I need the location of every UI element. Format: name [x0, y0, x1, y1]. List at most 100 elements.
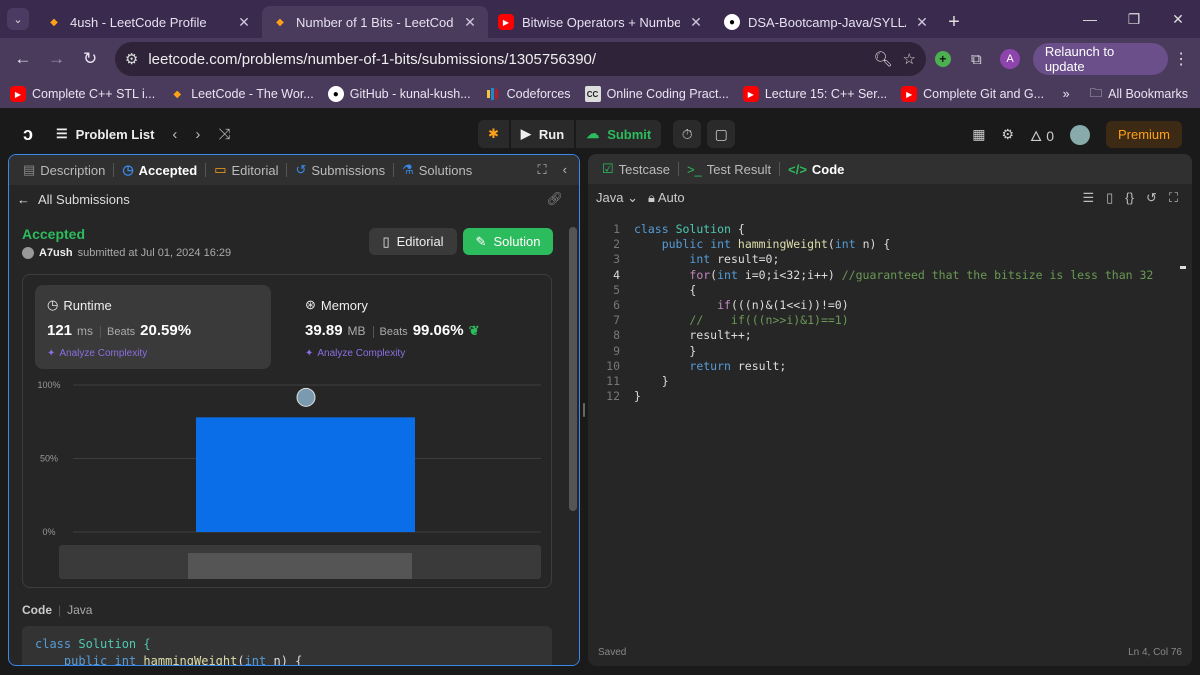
extension-button[interactable]: +: [926, 42, 960, 76]
editorial-button[interactable]: ▯ Editorial: [369, 228, 457, 255]
braces-icon[interactable]: {}: [1125, 190, 1134, 206]
code-line: {: [634, 282, 697, 297]
language-select[interactable]: Java ⌄: [596, 190, 638, 206]
fullscreen-icon[interactable]: ⛶: [1169, 190, 1178, 206]
run-button[interactable]: ▶ Run: [510, 120, 575, 148]
all-bookmarks-button[interactable]: 🗀 All Bookmarks: [1090, 84, 1188, 105]
codeforces-icon: [485, 87, 501, 101]
close-icon[interactable]: ✕: [236, 14, 252, 31]
bookmark-item[interactable]: CC Online Coding Pract...: [584, 86, 729, 102]
reload-icon[interactable]: ↻: [73, 42, 107, 76]
tab-label: Testcase: [618, 161, 670, 177]
code-line: public int hammingWeight(int n) {: [63, 654, 303, 666]
all-bookmarks-label: All Bookmarks: [1108, 87, 1188, 101]
tab-solutions[interactable]: ⚗ Solutions: [396, 162, 478, 178]
tab-testcase[interactable]: ☑ Testcase: [596, 161, 676, 177]
site-info-icon[interactable]: ⚙: [125, 50, 138, 68]
editor-scrollbar[interactable]: [1180, 218, 1186, 618]
submission-byline: A7ush submitted at Jul 01, 2024 16:29: [22, 247, 231, 259]
bookmark-item[interactable]: ▶ Complete Git and G...: [901, 86, 1044, 102]
forward-icon[interactable]: →: [40, 42, 74, 76]
menu-kebab-icon[interactable]: ⋮: [1168, 49, 1194, 69]
bookmark-item[interactable]: ◆ LeetCode - The Wor...: [169, 86, 313, 102]
browser-tab-github[interactable]: ● DSA-Bootcamp-Java/SYLLABUS ✕: [714, 6, 940, 38]
bookmark-item[interactable]: ● GitHub - kunal-kush...: [327, 86, 471, 102]
collapse-chevron-icon[interactable]: ‹: [563, 162, 567, 178]
address-bar[interactable]: ⚙ leetcode.com/problems/number-of-1-bits…: [114, 42, 926, 76]
share-link-icon[interactable]: 🔗︎: [546, 191, 571, 207]
line-number: 9: [613, 343, 620, 358]
tab-editorial[interactable]: ▭ Editorial: [208, 162, 284, 178]
tab-accepted[interactable]: ◷ Accepted: [116, 162, 203, 178]
puzzle-icon[interactable]: ⧉: [960, 42, 994, 76]
all-submissions-link[interactable]: ← All Submissions 🔗︎: [9, 185, 579, 213]
close-window-icon[interactable]: ✕: [1156, 0, 1200, 38]
code-editor[interactable]: 1 class Solution {2 public int hammingWei…: [588, 218, 1192, 618]
tab-test-result[interactable]: >_ Test Result: [681, 162, 777, 177]
scrollbar[interactable]: [567, 213, 579, 665]
bookmark-icon[interactable]: ▯: [1106, 190, 1113, 206]
format-icon[interactable]: ☰: [1082, 190, 1094, 206]
bookmark-label: Complete Git and G...: [923, 87, 1045, 101]
solution-button[interactable]: ✎ Solution: [463, 228, 553, 255]
tab-label: Description: [40, 162, 106, 178]
chevron-double-right-icon[interactable]: »: [1063, 87, 1070, 101]
streak-button[interactable]: 🜂 0: [1030, 120, 1054, 149]
tab-submissions[interactable]: ↺ Submissions: [289, 162, 391, 178]
memory-unit: MB: [347, 324, 366, 338]
bookmark-item[interactable]: ▶ Complete C++ STL i...: [10, 86, 155, 102]
close-icon[interactable]: ✕: [688, 14, 704, 31]
back-icon[interactable]: ←: [6, 42, 40, 76]
minimize-icon[interactable]: —: [1068, 0, 1112, 38]
next-problem-icon[interactable]: ›: [195, 126, 200, 143]
tab-description[interactable]: ▤ Description: [17, 162, 111, 178]
scrollbar-thumb[interactable]: [569, 227, 577, 511]
tab-search-button[interactable]: ⌄: [0, 0, 36, 38]
shuffle-icon[interactable]: ⤨: [218, 126, 230, 143]
mode-select[interactable]: 🔒︎ Auto: [648, 190, 685, 206]
problem-list-button[interactable]: ☰ Problem List: [56, 126, 154, 142]
analyze-complexity-link[interactable]: ✦ Analyze Complexity: [305, 348, 405, 359]
new-tab-button[interactable]: +: [940, 6, 968, 38]
runtime-card[interactable]: ◷ Runtime 121 ms Beats 20.59% ✦ Analyze Co…: [35, 285, 271, 369]
chart-range-slider[interactable]: [59, 545, 541, 579]
code-header: Code | Java: [22, 603, 93, 617]
editor-panel: ☑ Testcase >_ Test Result </> Code Java ⌄ 🔒…: [588, 154, 1192, 666]
browser-tab-profile[interactable]: ◆ 4ush - LeetCode Profile ✕: [36, 6, 262, 38]
close-icon[interactable]: ✕: [914, 14, 930, 31]
chart-bar[interactable]: [196, 417, 415, 532]
stats-container: ◷ Runtime 121 ms Beats 20.59% ✦ Analyze Co…: [22, 274, 552, 588]
bookmark-star-icon[interactable]: ☆: [902, 50, 915, 68]
zoom-icon[interactable]: 🔍︎: [873, 50, 892, 68]
slider-window[interactable]: [188, 553, 412, 579]
prev-problem-icon[interactable]: ‹: [172, 126, 177, 143]
tab-code[interactable]: </> Code: [782, 162, 850, 177]
close-icon[interactable]: ✕: [462, 14, 478, 31]
avatar[interactable]: [1069, 124, 1090, 145]
submit-button[interactable]: ☁ Submit: [576, 120, 662, 148]
settings-gear-icon[interactable]: ⚙: [1001, 126, 1014, 143]
status-accepted: Accepted: [22, 226, 86, 242]
bookmark-item[interactable]: ▶ Lecture 15: C++ Ser...: [742, 86, 887, 102]
streak-count: 0: [1046, 128, 1054, 144]
relaunch-button[interactable]: Relaunch to update: [1032, 43, 1169, 75]
beats-label: Beats: [100, 326, 135, 338]
reset-icon[interactable]: ↺: [1146, 190, 1157, 206]
restore-icon[interactable]: ❐: [1112, 0, 1156, 38]
browser-tab-problem[interactable]: ◆ Number of 1 Bits - LeetCode ✕: [262, 6, 488, 38]
layout-grid-icon[interactable]: ▦: [972, 126, 985, 143]
timer-icon[interactable]: ⏱: [673, 120, 702, 148]
premium-button[interactable]: Premium: [1105, 121, 1182, 148]
leetcode-logo-icon[interactable]: ↄ: [18, 124, 38, 144]
panel-resize-handle[interactable]: [581, 154, 587, 666]
analyze-complexity-link[interactable]: ✦ Analyze Complexity: [47, 348, 147, 359]
bookmark-item[interactable]: Codeforces: [485, 87, 571, 101]
memory-card[interactable]: ⊛ Memory 39.89 MB Beats 99.06% ❦ ✦ Analyze…: [293, 285, 529, 369]
bookmark-label: GitHub - kunal-kush...: [349, 87, 471, 101]
debug-button[interactable]: ✱: [478, 120, 509, 148]
notes-icon[interactable]: ▢: [707, 120, 736, 148]
browser-tab-youtube[interactable]: ▶ Bitwise Operators + Number Sy ✕: [488, 6, 714, 38]
profile-button[interactable]: A: [993, 42, 1027, 76]
expand-icon[interactable]: ⛶: [538, 162, 547, 178]
username[interactable]: A7ush: [39, 247, 73, 259]
